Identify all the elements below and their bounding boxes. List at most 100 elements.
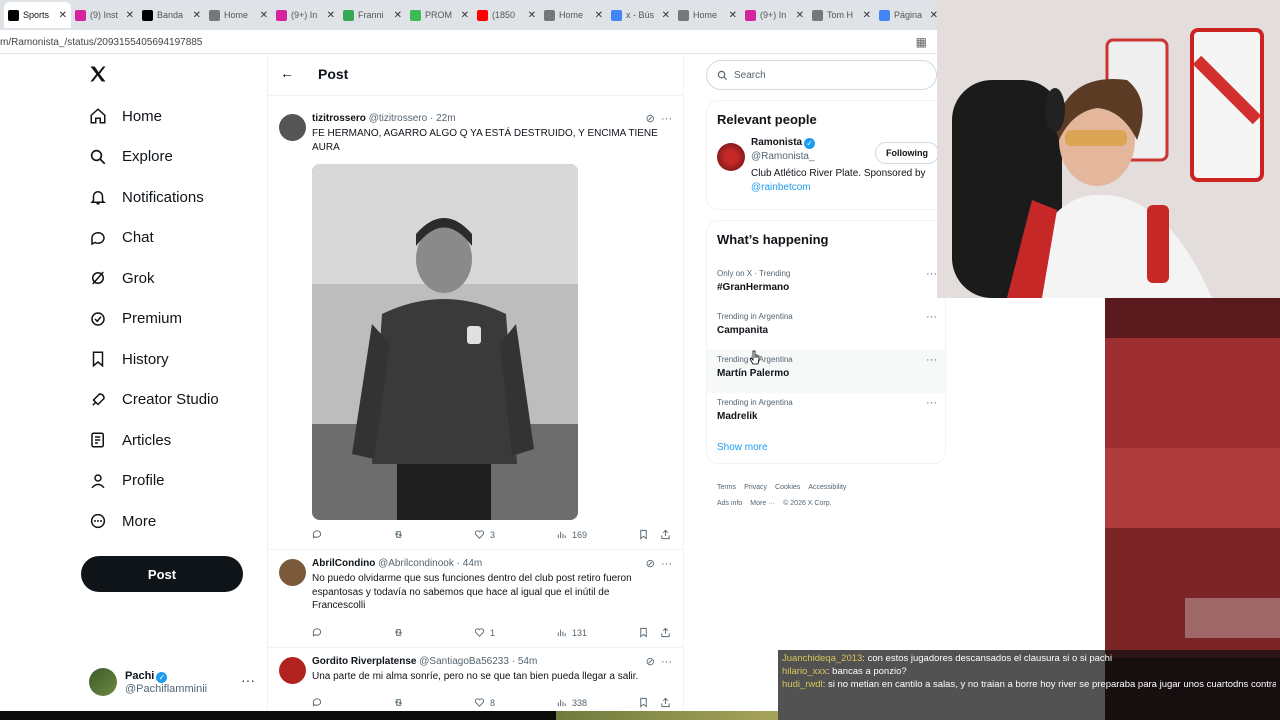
footer-link[interactable]: More ··· <box>750 500 775 507</box>
share-button[interactable] <box>660 627 676 638</box>
retweet-button[interactable] <box>393 627 409 638</box>
close-tab-icon[interactable]: ✕ <box>930 10 937 21</box>
bookmark-button[interactable] <box>638 697 654 708</box>
back-arrow-icon[interactable]: ← <box>280 65 294 81</box>
avatar[interactable] <box>279 114 306 141</box>
retweet-button[interactable] <box>393 697 409 708</box>
tweet-author-handle[interactable]: @SantiagoBa56233 <box>419 656 509 667</box>
close-tab-icon[interactable]: ✕ <box>260 10 268 21</box>
close-tab-icon[interactable]: ✕ <box>193 10 201 21</box>
sidebar-item-grok[interactable]: Grok <box>88 268 155 288</box>
more-dots-icon[interactable]: ··· <box>661 656 672 668</box>
close-tab-icon[interactable]: ✕ <box>461 10 469 21</box>
reply-button[interactable] <box>312 697 328 708</box>
tweet-time[interactable]: 54m <box>518 656 537 667</box>
share-button[interactable] <box>660 697 676 708</box>
more-dots-icon[interactable]: ··· <box>926 354 937 366</box>
close-tab-icon[interactable]: ✕ <box>796 10 804 21</box>
footer-link[interactable]: Accessibility <box>808 484 846 491</box>
trend-item[interactable]: Trending in Argentina Madrelik ··· <box>707 393 947 436</box>
close-tab-icon[interactable]: ✕ <box>595 10 603 21</box>
bookmark-button[interactable] <box>638 529 654 540</box>
tweet-author-name[interactable]: AbrilCondino <box>312 558 375 569</box>
reader-mode-icon[interactable]: ▦ <box>916 35 927 49</box>
address-bar[interactable]: m/Ramonista_/status/2093155405694197885 … <box>0 30 937 54</box>
like-button[interactable]: 1 <box>474 627 495 638</box>
sidebar-item-home[interactable]: Home <box>88 106 162 126</box>
sidebar-item-more[interactable]: More <box>88 511 156 531</box>
browser-tab[interactable]: Franni ✕ <box>339 2 406 28</box>
show-more-link[interactable]: Show more <box>717 442 768 453</box>
close-tab-icon[interactable]: ✕ <box>59 10 67 21</box>
tweet-author-name[interactable]: tizitrossero <box>312 113 366 124</box>
close-tab-icon[interactable]: ✕ <box>327 10 335 21</box>
trend-item[interactable]: Trending in ArgentinaMartín Palermo··· <box>707 350 947 393</box>
following-button[interactable]: Following <box>875 142 939 164</box>
sidebar-item-premium[interactable]: Premium <box>88 309 182 329</box>
sidebar-item-chat[interactable]: Chat <box>88 228 154 248</box>
browser-tab[interactable]: (1850 ✕ <box>473 2 540 28</box>
grok-icon[interactable]: ⊘ <box>646 558 655 570</box>
avatar[interactable] <box>279 559 306 586</box>
account-switcher[interactable]: Pachi ✓ @Pachiflamminii ··· <box>89 666 259 698</box>
grok-icon[interactable]: ⊘ <box>646 113 655 125</box>
browser-tab[interactable]: PROM ✕ <box>406 2 473 28</box>
close-tab-icon[interactable]: ✕ <box>662 10 670 21</box>
like-button[interactable]: 8 <box>474 697 495 708</box>
share-button[interactable] <box>660 529 676 540</box>
close-tab-icon[interactable]: ✕ <box>863 10 871 21</box>
sidebar-item-notifications[interactable]: Notifications <box>88 187 204 207</box>
sidebar-item-profile[interactable]: Profile <box>88 471 165 491</box>
more-dots-icon[interactable]: ··· <box>661 558 672 570</box>
more-dots-icon[interactable]: ··· <box>241 672 255 688</box>
sidebar-item-creator-studio[interactable]: Creator Studio <box>88 390 219 410</box>
search-input[interactable]: Search <box>706 60 937 90</box>
tweet-card[interactable]: AbrilCondino @Abrilcondinook · 44m ⊘ ···… <box>268 551 683 648</box>
views-button[interactable]: 338 <box>556 697 587 708</box>
browser-tab[interactable]: x - Bús ✕ <box>607 2 674 28</box>
trend-item[interactable]: Trending in Argentina Campanita ··· <box>707 307 947 350</box>
close-tab-icon[interactable]: ✕ <box>729 10 737 21</box>
close-tab-icon[interactable]: ✕ <box>394 10 402 21</box>
url-text[interactable]: m/Ramonista_/status/2093155405694197885 <box>0 37 202 48</box>
tweet-author-handle[interactable]: @tizitrossero <box>369 113 428 124</box>
trend-item[interactable]: Only on X · Trending #GranHermano ··· <box>707 264 947 307</box>
tweet-time[interactable]: 22m <box>436 113 455 124</box>
views-button[interactable]: 131 <box>556 627 587 638</box>
person-name[interactable]: Ramonista <box>751 137 802 148</box>
footer-link[interactable]: Cookies <box>775 484 800 491</box>
reply-button[interactable] <box>312 627 328 638</box>
x-logo-icon[interactable] <box>88 64 108 90</box>
close-tab-icon[interactable]: ✕ <box>126 10 134 21</box>
post-button[interactable]: Post <box>81 556 243 592</box>
avatar[interactable] <box>717 143 745 171</box>
like-button[interactable]: 3 <box>474 529 495 540</box>
more-dots-icon[interactable]: ··· <box>926 397 937 409</box>
close-tab-icon[interactable]: ✕ <box>528 10 536 21</box>
more-dots-icon[interactable]: ··· <box>926 311 937 323</box>
sidebar-item-articles[interactable]: Articles <box>88 430 171 450</box>
tweet-card[interactable]: tizitrossero @tizitrossero · 22m ⊘ ··· F… <box>268 106 683 550</box>
bookmark-button[interactable] <box>638 627 654 638</box>
browser-tab[interactable]: Home ✕ <box>205 2 272 28</box>
more-dots-icon[interactable]: ··· <box>926 268 937 280</box>
browser-tab[interactable]: Tom H ✕ <box>808 2 875 28</box>
more-dots-icon[interactable]: ··· <box>661 113 672 125</box>
retweet-button[interactable] <box>393 529 409 540</box>
footer-link[interactable]: Ads info <box>717 500 742 507</box>
browser-tab[interactable]: (9) Inst ✕ <box>71 2 138 28</box>
tweet-author-handle[interactable]: @Abrilcondinook <box>378 558 454 569</box>
person-handle[interactable]: @Ramonista_ <box>751 151 815 162</box>
browser-tab[interactable]: Página ✕ <box>875 2 937 28</box>
browser-tab[interactable]: Home ✕ <box>540 2 607 28</box>
browser-tab[interactable]: Banda ✕ <box>138 2 205 28</box>
views-button[interactable]: 169 <box>556 529 587 540</box>
tweet-author-name[interactable]: Gordito Riverplatense <box>312 656 416 667</box>
sidebar-item-explore[interactable]: Explore <box>88 147 173 167</box>
reply-button[interactable] <box>312 529 328 540</box>
tweet-card[interactable]: Gordito Riverplatense @SantiagoBa56233 ·… <box>268 649 683 720</box>
tweet-photo[interactable] <box>312 164 578 520</box>
tweet-time[interactable]: 44m <box>463 558 482 569</box>
browser-tab[interactable]: (9+) In ✕ <box>741 2 808 28</box>
avatar[interactable] <box>279 657 306 684</box>
